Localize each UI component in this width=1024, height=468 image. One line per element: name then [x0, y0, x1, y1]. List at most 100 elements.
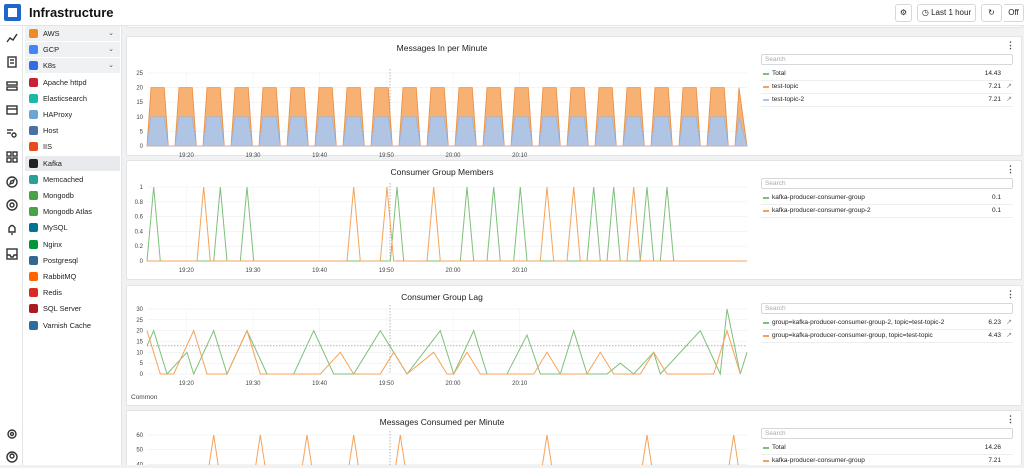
sidebar-item-postgresql[interactable]: Postgresql — [25, 253, 120, 268]
time-range-button[interactable]: ◷ Last 1 hour — [917, 4, 976, 22]
infrastructure-icon[interactable] — [6, 79, 18, 91]
legend-row[interactable]: test-topic-2 7.21 ↗ — [761, 94, 1013, 107]
sidebar-item-elasticsearch[interactable]: Elasticsearch — [25, 91, 120, 106]
sidebar-item-sql-server[interactable]: SQL Server — [25, 301, 120, 316]
sidebar-item-haproxy[interactable]: HAProxy — [25, 107, 120, 122]
redis-icon — [29, 288, 38, 298]
chart-svg: 405060 — [136, 431, 747, 465]
y-tick-label: 20 — [136, 329, 143, 335]
y-tick-label: 0.8 — [135, 200, 144, 206]
panel-consumer-group-members: Consumer Group Members ⋮ Search kafka-pro… — [126, 160, 1022, 280]
sidebar-item-nginx[interactable]: Nginx — [25, 237, 120, 252]
sidebar-item-host[interactable]: Host — [25, 123, 120, 138]
panel-menu-icon[interactable]: ⋮ — [1006, 414, 1015, 425]
legend-swatch — [763, 99, 769, 101]
sidebar-item-iis[interactable]: IIS — [25, 139, 120, 154]
legend-swatch — [763, 460, 769, 462]
external-link-icon[interactable]: ↗ — [1006, 330, 1012, 342]
sidebar-item-varnish-cache[interactable]: Varnish Cache — [25, 318, 120, 333]
page-title: Infrastructure — [29, 5, 114, 20]
external-link-icon[interactable]: ↗ — [1006, 94, 1012, 106]
legend-swatch — [763, 86, 769, 88]
k8s-icon — [29, 61, 38, 71]
legend-row[interactable]: Total 14.26 — [761, 442, 1013, 455]
legend-row[interactable]: kafka-producer-consumer-group-2 0.1 — [761, 205, 1013, 218]
legend-search-input[interactable]: Search — [761, 178, 1013, 189]
x-tick-label: 19:40 — [312, 153, 328, 159]
legend-swatch — [763, 335, 769, 337]
sidebar-item-label: Host — [43, 126, 59, 136]
external-link-icon[interactable]: ↗ — [1006, 317, 1012, 329]
settings-button[interactable]: ⚙ — [895, 4, 912, 22]
legend-search-input[interactable]: Search — [761, 428, 1013, 439]
settings-icon[interactable] — [6, 427, 18, 439]
kafka-icon — [29, 158, 38, 168]
legend-series-name: test-topic — [772, 83, 799, 90]
y-tick-label: 1 — [140, 185, 144, 191]
sidebar-item-gcp[interactable]: GCP ⌄ — [25, 42, 120, 58]
x-tick-label: 19:50 — [379, 268, 395, 274]
x-tick-label: 19:50 — [379, 381, 395, 387]
postgresql-icon — [29, 255, 38, 265]
legend-search-input[interactable]: Search — [761, 54, 1013, 65]
sidebar-item-memcached[interactable]: Memcached — [25, 172, 120, 187]
legend-row[interactable]: kafka-producer-consumer-group 0.1 — [761, 192, 1013, 205]
servers-icon[interactable] — [6, 103, 18, 115]
sidebar-item-label: Varnish Cache — [43, 320, 91, 330]
x-tick-label: 20:00 — [445, 153, 461, 159]
alerts-icon[interactable] — [6, 222, 18, 235]
inbox-icon[interactable] — [6, 247, 18, 260]
sidebar-item-mongodb-atlas[interactable]: Mongodb Atlas — [25, 204, 120, 219]
app-logo[interactable] — [4, 4, 21, 21]
sidebar-item-redis[interactable]: Redis — [25, 285, 120, 300]
panel-menu-icon[interactable]: ⋮ — [1006, 40, 1015, 51]
mysql-icon — [29, 223, 38, 233]
auto-refresh-toggle[interactable]: Off — [1004, 4, 1024, 22]
sidebar-item-mongodb[interactable]: Mongodb — [25, 188, 120, 203]
chevron-down-icon[interactable]: ⌄ — [108, 58, 114, 73]
services-icon[interactable] — [6, 198, 18, 211]
y-tick-label: 0 — [140, 372, 144, 378]
y-tick-label: 20 — [136, 86, 143, 92]
legend-swatch — [763, 322, 769, 324]
legend-row[interactable]: kafka-producer-consumer-group 7.21 — [761, 455, 1013, 465]
chevron-down-icon[interactable]: ⌄ — [108, 26, 114, 41]
chevron-down-icon[interactable]: ⌄ — [108, 42, 114, 57]
sidebar-item-rabbitmq[interactable]: RabbitMQ — [25, 269, 120, 284]
auto-refresh-label: Off — [1008, 8, 1019, 17]
refresh-button[interactable]: ↻ — [981, 4, 1002, 22]
y-tick-label: 0 — [140, 144, 144, 150]
legend-row[interactable]: test-topic 7.21 ↗ — [761, 81, 1013, 94]
account-icon[interactable] — [6, 450, 18, 463]
legend-series-name: group=kafka-producer-consumer-group-2, t… — [772, 319, 945, 326]
sidebar-item-mysql[interactable]: MySQL — [25, 220, 120, 235]
sidebar-item-k8s[interactable]: K8s ⌄ — [25, 58, 120, 74]
haproxy-icon — [29, 110, 38, 119]
legend-row[interactable]: Total 14.43 — [761, 68, 1013, 81]
legend-series-value: 7.21 — [988, 457, 1001, 464]
panel-menu-icon[interactable]: ⋮ — [1006, 164, 1015, 175]
legend-row[interactable]: group=kafka-producer-consumer-group-2, t… — [761, 317, 1013, 330]
series-line-1 — [147, 186, 747, 262]
memcached-icon — [29, 174, 38, 184]
varnish-icon — [29, 320, 38, 330]
metrics-icon[interactable] — [6, 31, 18, 43]
explore-icon[interactable] — [6, 175, 18, 188]
x-tick-label: 20:10 — [512, 268, 528, 274]
sidebar-item-label: Nginx — [43, 239, 62, 249]
legend-series-name: kafka-producer-consumer-group — [772, 194, 865, 201]
external-link-icon[interactable]: ↗ — [1006, 81, 1012, 93]
panel-menu-icon[interactable]: ⋮ — [1006, 289, 1015, 300]
search-logs-icon[interactable] — [6, 126, 18, 138]
sidebar-item-apache-httpd[interactable]: Apache httpd — [25, 75, 120, 90]
logs-icon[interactable] — [6, 55, 18, 68]
legend-search-input[interactable]: Search — [761, 303, 1013, 314]
legend-series-name: group=kafka-producer-consumer-group, top… — [772, 332, 933, 339]
y-tick-label: 25 — [136, 318, 143, 324]
dashboards-icon[interactable] — [6, 150, 18, 163]
legend-row[interactable]: group=kafka-producer-consumer-group, top… — [761, 330, 1013, 343]
x-tick-label: 19:30 — [245, 153, 261, 159]
sidebar-item-aws[interactable]: AWS ⌄ — [25, 26, 120, 41]
sidebar-item-kafka[interactable]: Kafka — [25, 155, 120, 171]
mongodb-icon — [29, 191, 38, 200]
